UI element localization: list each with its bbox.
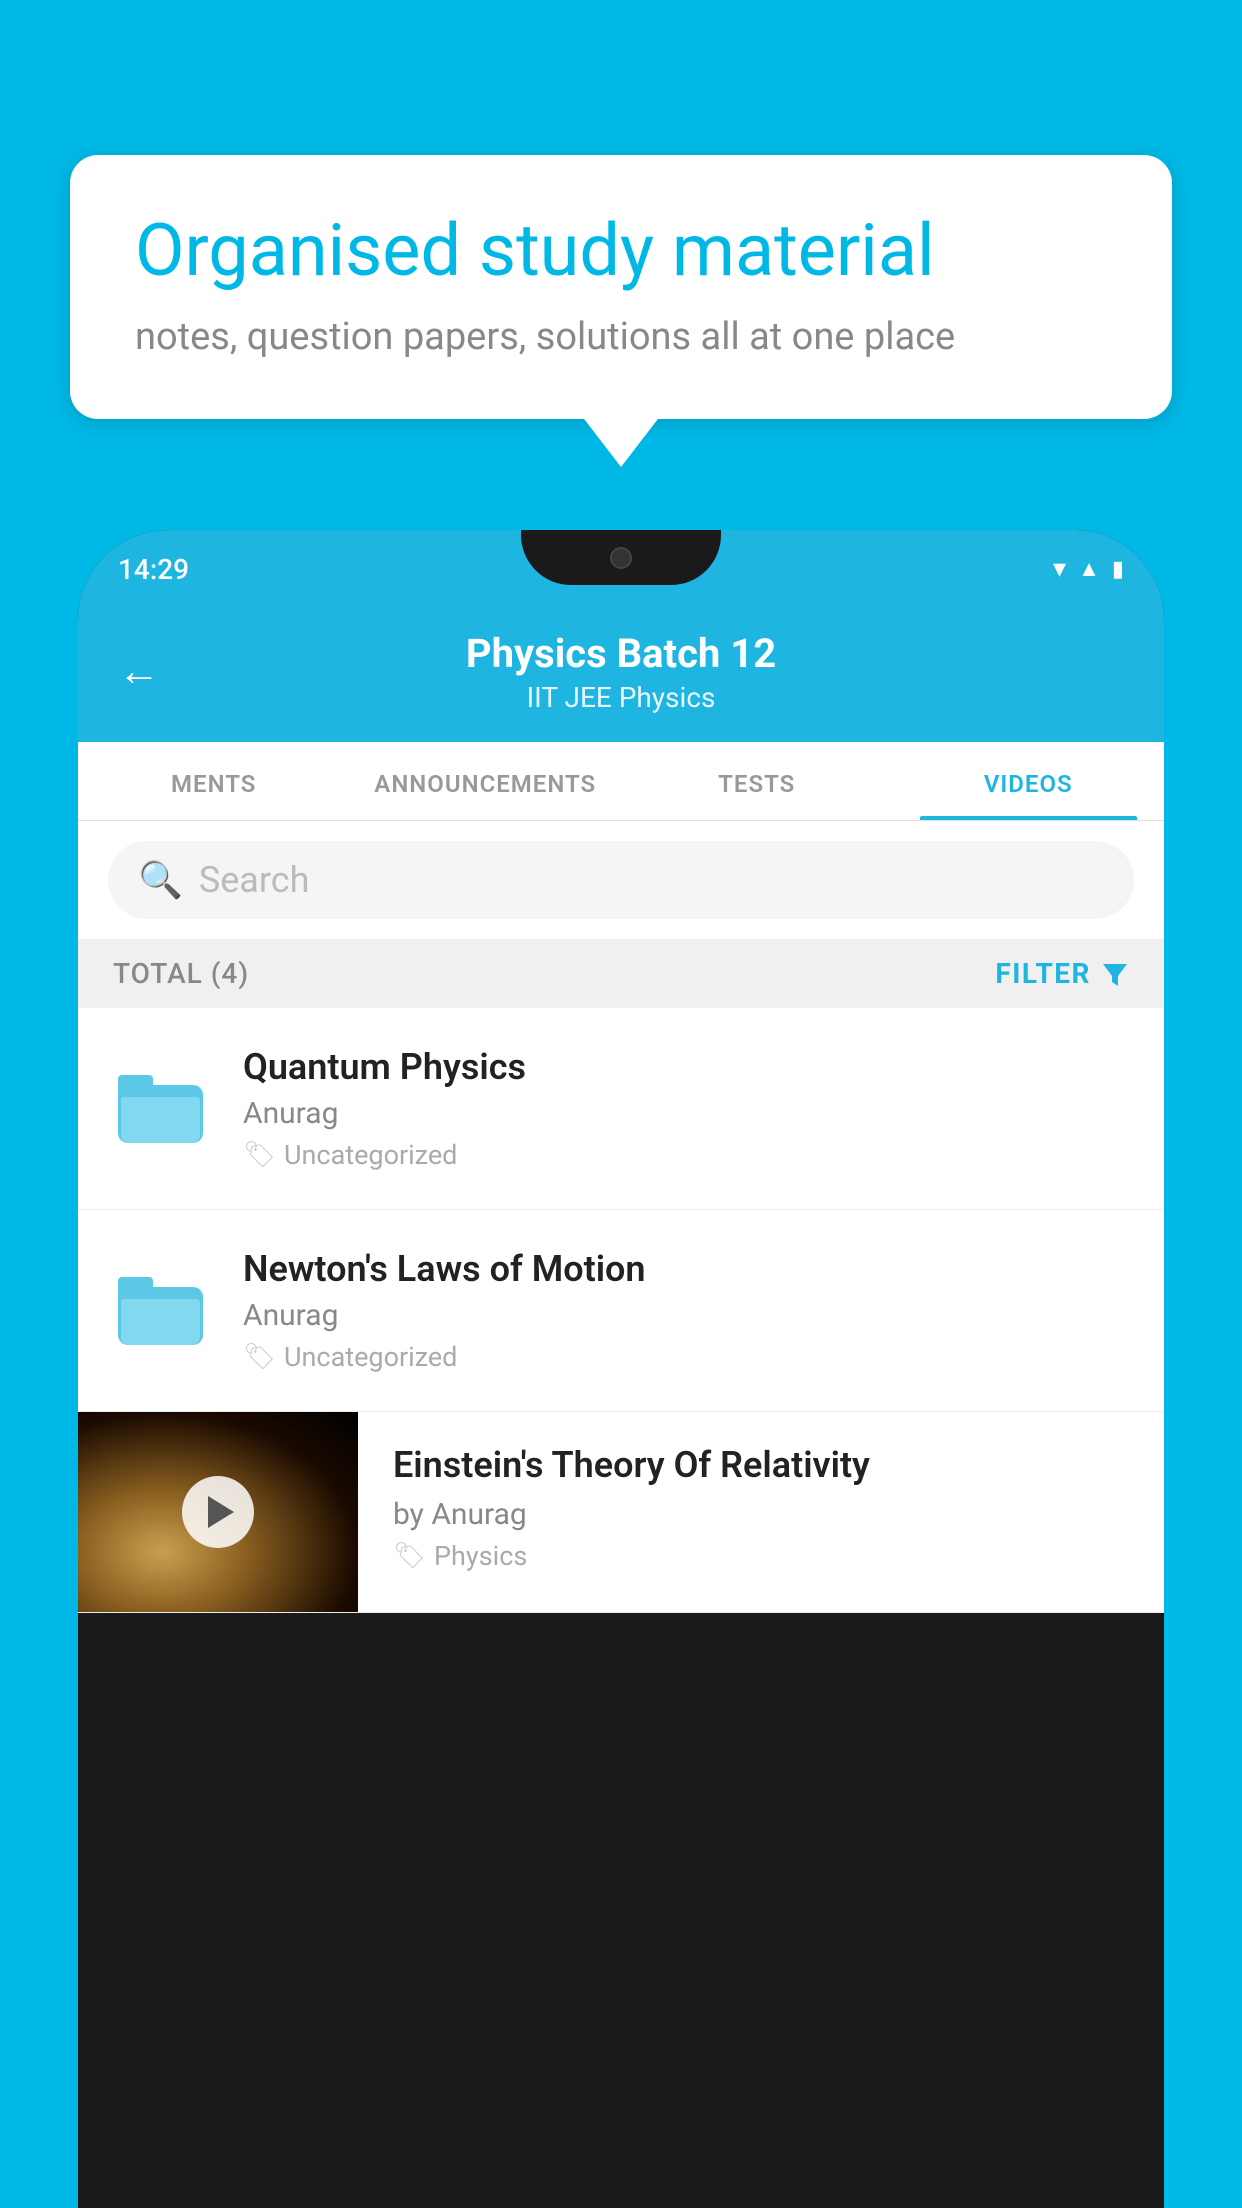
video-author: by Anurag — [393, 1497, 1134, 1532]
list-item[interactable]: Einstein's Theory Of Relativity by Anura… — [78, 1412, 1164, 1613]
video-title: Quantum Physics — [243, 1046, 1129, 1088]
bubble-title: Organised study material — [135, 210, 1107, 293]
tag-icon: 🏷 — [243, 1342, 276, 1372]
list-item[interactable]: Quantum Physics Anurag 🏷 Uncategorized — [78, 1008, 1164, 1210]
header-subtitle: IIT JEE Physics — [190, 681, 1052, 714]
header-text: Physics Batch 12 IIT JEE Physics — [190, 630, 1052, 714]
status-time: 14:29 — [118, 553, 189, 586]
list-item[interactable]: Newton's Laws of Motion Anurag 🏷 Uncateg… — [78, 1210, 1164, 1412]
video-author: Anurag — [243, 1298, 1129, 1333]
phone-shell: 14:29 ▾ ▲ ▮ ← Physics Batch 12 IIT JEE P… — [78, 530, 1164, 2208]
status-icons: ▾ ▲ ▮ — [1053, 554, 1124, 584]
status-bar: 14:29 ▾ ▲ ▮ — [78, 530, 1164, 608]
back-button[interactable]: ← — [118, 651, 160, 693]
search-container: 🔍 Search — [78, 821, 1164, 939]
total-count: TOTAL (4) — [113, 957, 249, 990]
tag-label: Uncategorized — [284, 1341, 457, 1373]
video-info: Newton's Laws of Motion Anurag 🏷 Uncateg… — [243, 1248, 1129, 1373]
phone-notch — [521, 530, 721, 585]
play-button[interactable] — [182, 1476, 254, 1548]
video-title: Einstein's Theory Of Relativity — [393, 1442, 1134, 1489]
video-info: Quantum Physics Anurag 🏷 Uncategorized — [243, 1046, 1129, 1171]
videos-list: Quantum Physics Anurag 🏷 Uncategorized N… — [78, 1008, 1164, 1613]
video-thumbnail — [78, 1412, 358, 1612]
video-tag: 🏷 Uncategorized — [243, 1341, 1129, 1373]
tag-icon: 🏷 — [243, 1140, 276, 1170]
bubble-subtitle: notes, question papers, solutions all at… — [135, 315, 1107, 359]
header-title: Physics Batch 12 — [190, 630, 1052, 677]
tag-icon: 🏷 — [393, 1541, 426, 1571]
tab-videos[interactable]: VIDEOS — [893, 742, 1165, 820]
video-info: Einstein's Theory Of Relativity by Anura… — [358, 1412, 1164, 1602]
search-input[interactable]: Search — [199, 859, 310, 901]
video-title: Newton's Laws of Motion — [243, 1248, 1129, 1290]
tag-label: Uncategorized — [284, 1139, 457, 1171]
video-tag: 🏷 Physics — [393, 1540, 1134, 1572]
filter-label: FILTER — [995, 957, 1091, 990]
search-icon: 🔍 — [138, 859, 183, 901]
signal-icon: ▲ — [1078, 556, 1100, 582]
video-tag: 🏷 Uncategorized — [243, 1139, 1129, 1171]
battery-icon: ▮ — [1112, 557, 1124, 582]
camera-dot — [610, 547, 632, 569]
search-bar[interactable]: 🔍 Search — [108, 841, 1134, 919]
tab-announcements[interactable]: ANNOUNCEMENTS — [350, 742, 622, 820]
wifi-icon: ▾ — [1053, 554, 1066, 584]
tab-ments[interactable]: MENTS — [78, 742, 350, 820]
filter-button[interactable]: FILTER — [995, 957, 1129, 990]
tab-tests[interactable]: TESTS — [621, 742, 893, 820]
filter-icon — [1101, 960, 1129, 988]
folder-icon — [113, 1263, 208, 1358]
tag-label: Physics — [434, 1540, 527, 1572]
speech-bubble: Organised study material notes, question… — [70, 155, 1172, 419]
video-author: Anurag — [243, 1096, 1129, 1131]
tabs-bar: MENTS ANNOUNCEMENTS TESTS VIDEOS — [78, 742, 1164, 821]
filter-bar: TOTAL (4) FILTER — [78, 939, 1164, 1008]
play-icon — [208, 1496, 234, 1528]
app-header: ← Physics Batch 12 IIT JEE Physics — [78, 608, 1164, 742]
folder-icon — [113, 1061, 208, 1156]
